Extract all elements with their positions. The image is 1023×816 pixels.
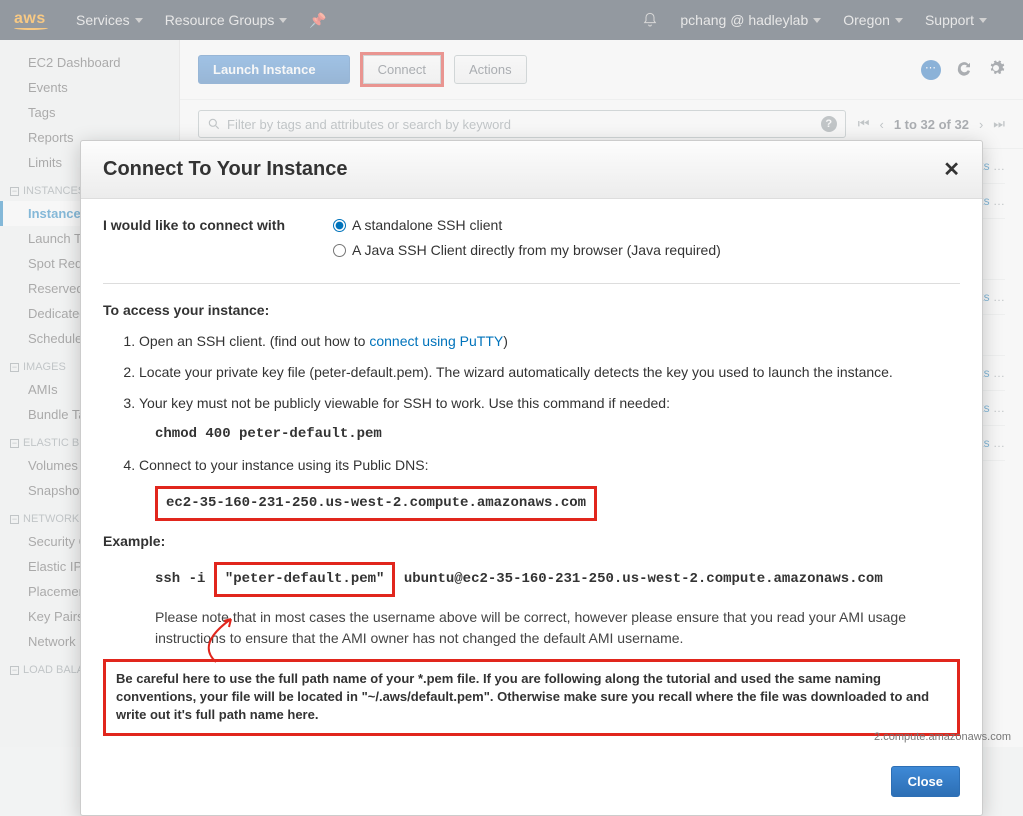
footer-url: 2.compute.amazonaws.com (874, 731, 1011, 743)
step-3: Your key must not be publicly viewable f… (139, 393, 960, 414)
ssh-post: ubuntu@ec2-35-160-231-250.us-west-2.comp… (395, 571, 882, 587)
modal-body: I would like to connect with A standalon… (81, 199, 982, 756)
username-note: Please note that in most cases the usern… (155, 607, 960, 649)
step-2: Locate your private key file (peter-defa… (139, 362, 960, 383)
separator (103, 283, 960, 284)
warning-text: Be careful here to use the full path nam… (116, 671, 929, 722)
close-icon[interactable]: ✕ (943, 157, 960, 182)
step-4: Connect to your instance using its Publi… (139, 455, 960, 476)
close-button[interactable]: Close (891, 766, 960, 797)
ssh-pre: ssh -i (155, 571, 214, 587)
step1-text-a: Open an SSH client. (find out how to (139, 333, 369, 349)
modal-header: Connect To Your Instance ✕ (81, 141, 982, 199)
radio1-label: A standalone SSH client (352, 215, 502, 236)
connect-modal: Connect To Your Instance ✕ I would like … (80, 140, 983, 816)
radio-ssh-client[interactable]: A standalone SSH client (333, 215, 721, 236)
radio-java-client[interactable]: A Java SSH Client directly from my brows… (333, 240, 721, 261)
arrow-annotation-icon (186, 614, 246, 664)
example-heading: Example: (103, 531, 960, 552)
ssh-example: ssh -i "peter-default.pem" ubuntu@ec2-35… (155, 562, 960, 597)
warning-box: Be careful here to use the full path nam… (103, 659, 960, 736)
putty-link[interactable]: connect using PuTTY (369, 333, 503, 349)
radio-java-input[interactable] (333, 244, 346, 257)
modal-title: Connect To Your Instance (103, 158, 943, 181)
radio-ssh-input[interactable] (333, 219, 346, 232)
public-dns-box: ec2-35-160-231-250.us-west-2.compute.ama… (155, 486, 597, 521)
step-1: Open an SSH client. (find out how to con… (139, 331, 960, 352)
radio2-label: A Java SSH Client directly from my brows… (352, 240, 721, 261)
chmod-command: chmod 400 peter-default.pem (155, 424, 960, 445)
connect-with-label: I would like to connect with (103, 215, 303, 265)
step1-text-b: ) (503, 333, 508, 349)
access-heading: To access your instance: (103, 300, 960, 321)
modal-footer: Close (81, 756, 982, 815)
ssh-pem-box: "peter-default.pem" (214, 562, 396, 597)
